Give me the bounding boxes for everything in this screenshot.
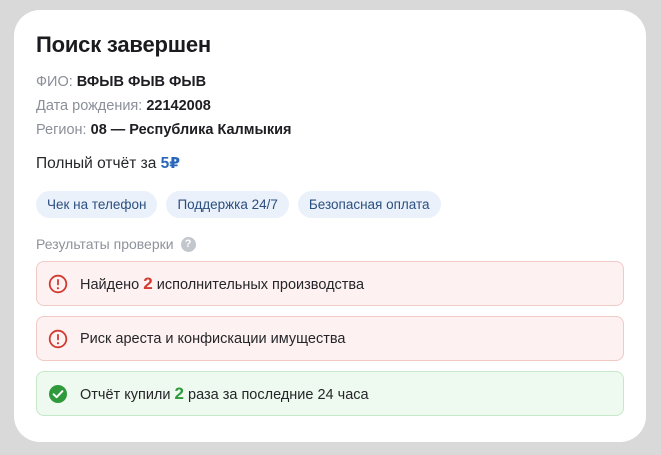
page-title: Поиск завершен	[36, 32, 211, 57]
region-row: Регион: 08 — Республика Калмыкия	[36, 118, 624, 142]
proceedings-count: 2	[143, 273, 153, 293]
chip-support: Поддержка 24/7	[166, 191, 289, 218]
region-label: Регион:	[36, 122, 91, 138]
result-text: Риск ареста и конфискации имущества	[80, 330, 346, 347]
results-heading: Результаты проверки ?	[36, 236, 624, 252]
results-title: Результаты проверки	[36, 236, 174, 252]
feature-chips: Чек на телефон Поддержка 24/7 Безопасная…	[36, 191, 624, 218]
fio-value: ВФЫВ ФЫВ ФЫВ	[76, 74, 207, 90]
chip-secure-payment: Безопасная оплата	[297, 191, 441, 218]
price-label: Полный отчёт за	[36, 155, 161, 172]
check-icon	[49, 384, 67, 403]
result-enforcement-proceedings: Найдено 2 исполнительных производства	[36, 261, 624, 306]
exclamation-icon	[48, 329, 68, 348]
fio-label: ФИО:	[36, 74, 77, 90]
result-report-purchases: Отчёт купили 2 раза за последние 24 часа	[36, 371, 624, 416]
purchase-count: 2	[174, 383, 184, 403]
dob-row: Дата рождения: 22142008	[36, 94, 624, 118]
fio-row: ФИО: ВФЫВ ФЫВ ФЫВ	[36, 70, 624, 94]
region-value: 08 — Республика Калмыкия	[90, 122, 292, 138]
chip-receipt: Чек на телефон	[36, 191, 158, 218]
price-amount: 5₽	[160, 155, 181, 172]
result-card: Поиск завершен ФИО: ВФЫВ ФЫВ ФЫВ Дата ро…	[14, 10, 646, 442]
exclamation-icon	[48, 274, 68, 293]
question-icon[interactable]: ?	[180, 236, 196, 252]
results-list: Найдено 2 исполнительных производства Ри…	[36, 261, 624, 416]
result-arrest-risk: Риск ареста и конфискации имущества	[36, 316, 624, 361]
dob-value: 22142008	[146, 98, 211, 114]
price-row: Полный отчёт за 5₽	[36, 154, 624, 173]
result-text: Отчёт купили 2 раза за последние 24 часа	[80, 383, 369, 403]
result-text: Найдено 2 исполнительных производства	[80, 273, 365, 293]
dob-label: Дата рождения:	[36, 98, 147, 114]
